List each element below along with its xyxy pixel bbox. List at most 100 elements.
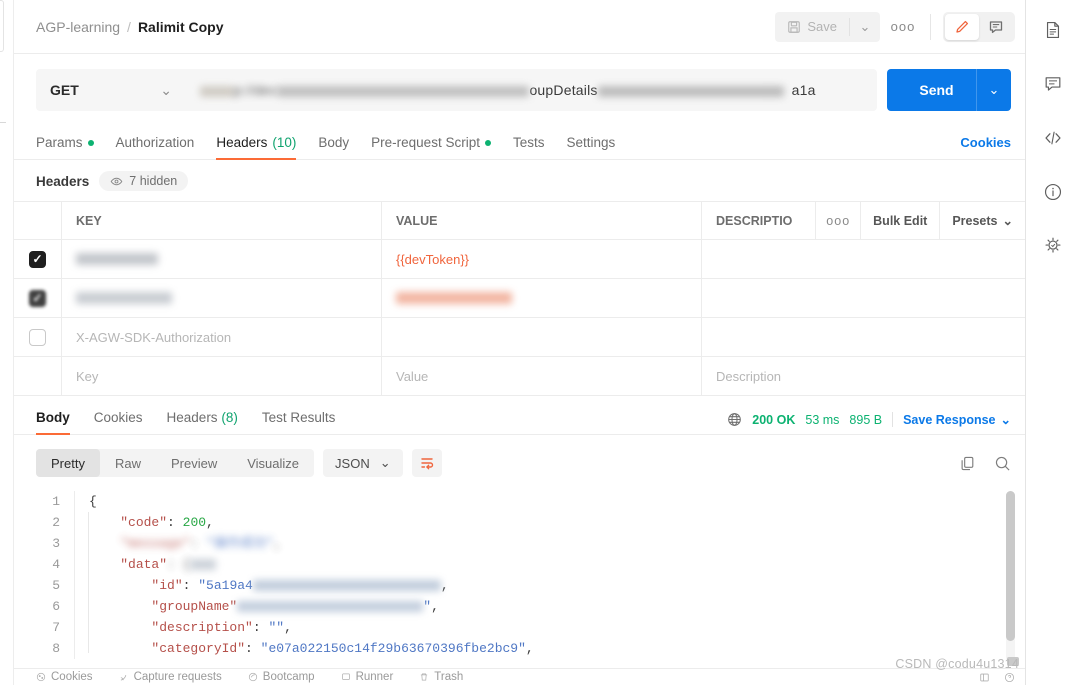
row-checkbox[interactable] <box>29 289 46 307</box>
row-key-cell[interactable] <box>62 279 382 317</box>
table-row[interactable]: {{devToken}} <box>14 240 1025 279</box>
placeholder-description-cell[interactable]: Description <box>702 357 1025 395</box>
help-icon[interactable] <box>1004 672 1015 683</box>
placeholder-value-cell[interactable]: Value <box>382 357 702 395</box>
sidebar-collapsed-nub[interactable] <box>0 0 4 52</box>
response-time: 53 ms <box>805 412 840 427</box>
response-tab-cookies[interactable]: Cookies <box>82 410 155 434</box>
more-options-icon[interactable]: ooo <box>888 12 918 42</box>
status-bootcamp[interactable]: Bootcamp <box>248 671 315 683</box>
response-body-viewer[interactable]: 1 2 3 4 5 6 7 8 { "code": 200, "message"… <box>14 485 1025 668</box>
search-icon[interactable] <box>994 455 1011 472</box>
table-row[interactable] <box>14 279 1025 318</box>
code-token-redacted: "操作成功" <box>206 536 274 551</box>
info-icon[interactable] <box>1035 174 1071 210</box>
layout-toggle-icon[interactable] <box>979 672 990 683</box>
tab-body[interactable]: Body <box>307 135 360 159</box>
tab-params[interactable]: Params <box>36 135 105 159</box>
code-line: "id": "5a19a4, <box>151 578 449 593</box>
code-token: : <box>182 578 199 593</box>
code-snippet-icon[interactable] <box>1035 120 1071 156</box>
code-token: "groupName" <box>151 599 238 614</box>
table-more-options-icon[interactable]: ooo <box>815 201 860 240</box>
view-mode-raw[interactable]: Raw <box>100 449 156 477</box>
breadcrumb-parent[interactable]: AGP-learning <box>36 19 120 35</box>
status-capture-requests[interactable]: Capture requests <box>119 671 222 683</box>
tab-authorization[interactable]: Authorization <box>105 135 206 159</box>
code-token: : <box>252 620 269 635</box>
wrap-text-icon <box>419 455 435 471</box>
table-row-placeholder[interactable]: Key Value Description <box>14 357 1025 396</box>
tab-tests[interactable]: Tests <box>502 135 556 159</box>
globe-icon <box>727 412 742 427</box>
hidden-headers-toggle[interactable]: 7 hidden <box>99 171 189 191</box>
code-lines: { "code": 200, "message": "操作成功", "data"… <box>74 491 1025 659</box>
presets-dropdown[interactable]: Presets ⌄ <box>939 201 1025 240</box>
response-format-select[interactable]: JSON ⌄ <box>323 449 403 477</box>
code-token: "categoryId" <box>151 641 246 656</box>
cookies-link[interactable]: Cookies <box>960 135 1011 159</box>
code-token: "description" <box>151 620 253 635</box>
status-runner[interactable]: Runner <box>341 671 393 683</box>
placeholder-key-cell[interactable]: Key <box>62 357 382 395</box>
view-mode-preview[interactable]: Preview <box>156 449 232 477</box>
row-key-cell[interactable]: X-AGW-SDK-Authorization <box>62 318 382 356</box>
response-tab-test-results-label: Test Results <box>261 410 336 425</box>
send-chevron-down-icon[interactable]: ⌄ <box>977 82 1011 98</box>
code-token: "id" <box>151 578 183 593</box>
status-trash[interactable]: Trash <box>419 671 463 683</box>
response-view-modes: Pretty Raw Preview Visualize <box>36 449 315 477</box>
row-checkbox[interactable] <box>29 250 46 268</box>
line-number: 1 <box>52 494 60 509</box>
tab-settings[interactable]: Settings <box>555 135 626 159</box>
vault-idea-icon[interactable] <box>1035 228 1071 264</box>
view-mode-toggle <box>943 11 1015 42</box>
save-button[interactable]: Save <box>775 12 849 42</box>
presets-label: Presets <box>952 213 998 228</box>
bulk-edit-button[interactable]: Bulk Edit <box>860 201 939 240</box>
tab-headers[interactable]: Headers (10) <box>205 135 307 160</box>
http-method-select[interactable]: GET ⌄ <box>36 69 186 111</box>
line-numbers: 1 2 3 4 5 6 7 8 <box>14 491 74 659</box>
breadcrumb: AGP-learning / Ralimit Copy <box>36 19 224 35</box>
status-cookies[interactable]: Cookies <box>36 671 93 683</box>
row-description-cell[interactable] <box>702 318 1025 356</box>
wrap-lines-button[interactable] <box>411 449 442 477</box>
copy-icon[interactable] <box>959 455 976 472</box>
save-dropdown-caret-icon[interactable]: ⌄ <box>850 12 880 42</box>
save-response-button[interactable]: Save Response ⌄ <box>903 412 1011 428</box>
row-checkbox[interactable] <box>29 328 46 346</box>
row-value-cell[interactable]: {{devToken}} <box>382 240 702 278</box>
code-line: { <box>89 491 1025 512</box>
tab-pre-request-script[interactable]: Pre-request Script <box>360 135 502 159</box>
edit-pencil-icon[interactable] <box>945 13 979 40</box>
row-description-cell[interactable] <box>702 279 1025 317</box>
comments-icon[interactable] <box>1035 66 1071 102</box>
row-key-cell[interactable] <box>62 240 382 278</box>
line-number: 4 <box>52 557 60 572</box>
code-scrollbar-thumb[interactable] <box>1006 491 1015 641</box>
breadcrumb-current[interactable]: Ralimit Copy <box>138 19 224 35</box>
table-row[interactable]: X-AGW-SDK-Authorization <box>14 318 1025 357</box>
left-rail-sliver <box>0 0 14 685</box>
comment-icon[interactable] <box>979 14 1013 40</box>
url-input[interactable]: p://dev oupDetails a1a <box>186 69 877 111</box>
view-mode-pretty[interactable]: Pretty <box>36 449 100 477</box>
row-value-cell[interactable] <box>382 318 702 356</box>
documentation-icon[interactable] <box>1035 12 1071 48</box>
response-tab-test-results[interactable]: Test Results <box>250 410 348 434</box>
tab-tests-label: Tests <box>512 135 545 150</box>
send-button[interactable]: Send ⌄ <box>887 69 1011 111</box>
headers-table: KEY VALUE DESCRIPTIO ooo Bulk Edit Prese… <box>14 201 1025 397</box>
code-token: "5a19a4 <box>198 578 253 593</box>
url-text: p://dev oupDetails a1a <box>200 82 816 98</box>
response-tab-body[interactable]: Body <box>36 410 82 435</box>
pre-request-modified-dot-icon <box>484 139 491 146</box>
row-value-cell[interactable] <box>382 279 702 317</box>
response-tab-headers[interactable]: Headers (8) <box>155 410 250 434</box>
placeholder-checkbox-cell <box>14 357 62 395</box>
view-mode-visualize[interactable]: Visualize <box>232 449 314 477</box>
row-description-cell[interactable] <box>702 240 1025 278</box>
tab-settings-label: Settings <box>566 135 616 150</box>
code-line: "description": "", <box>89 617 1025 638</box>
